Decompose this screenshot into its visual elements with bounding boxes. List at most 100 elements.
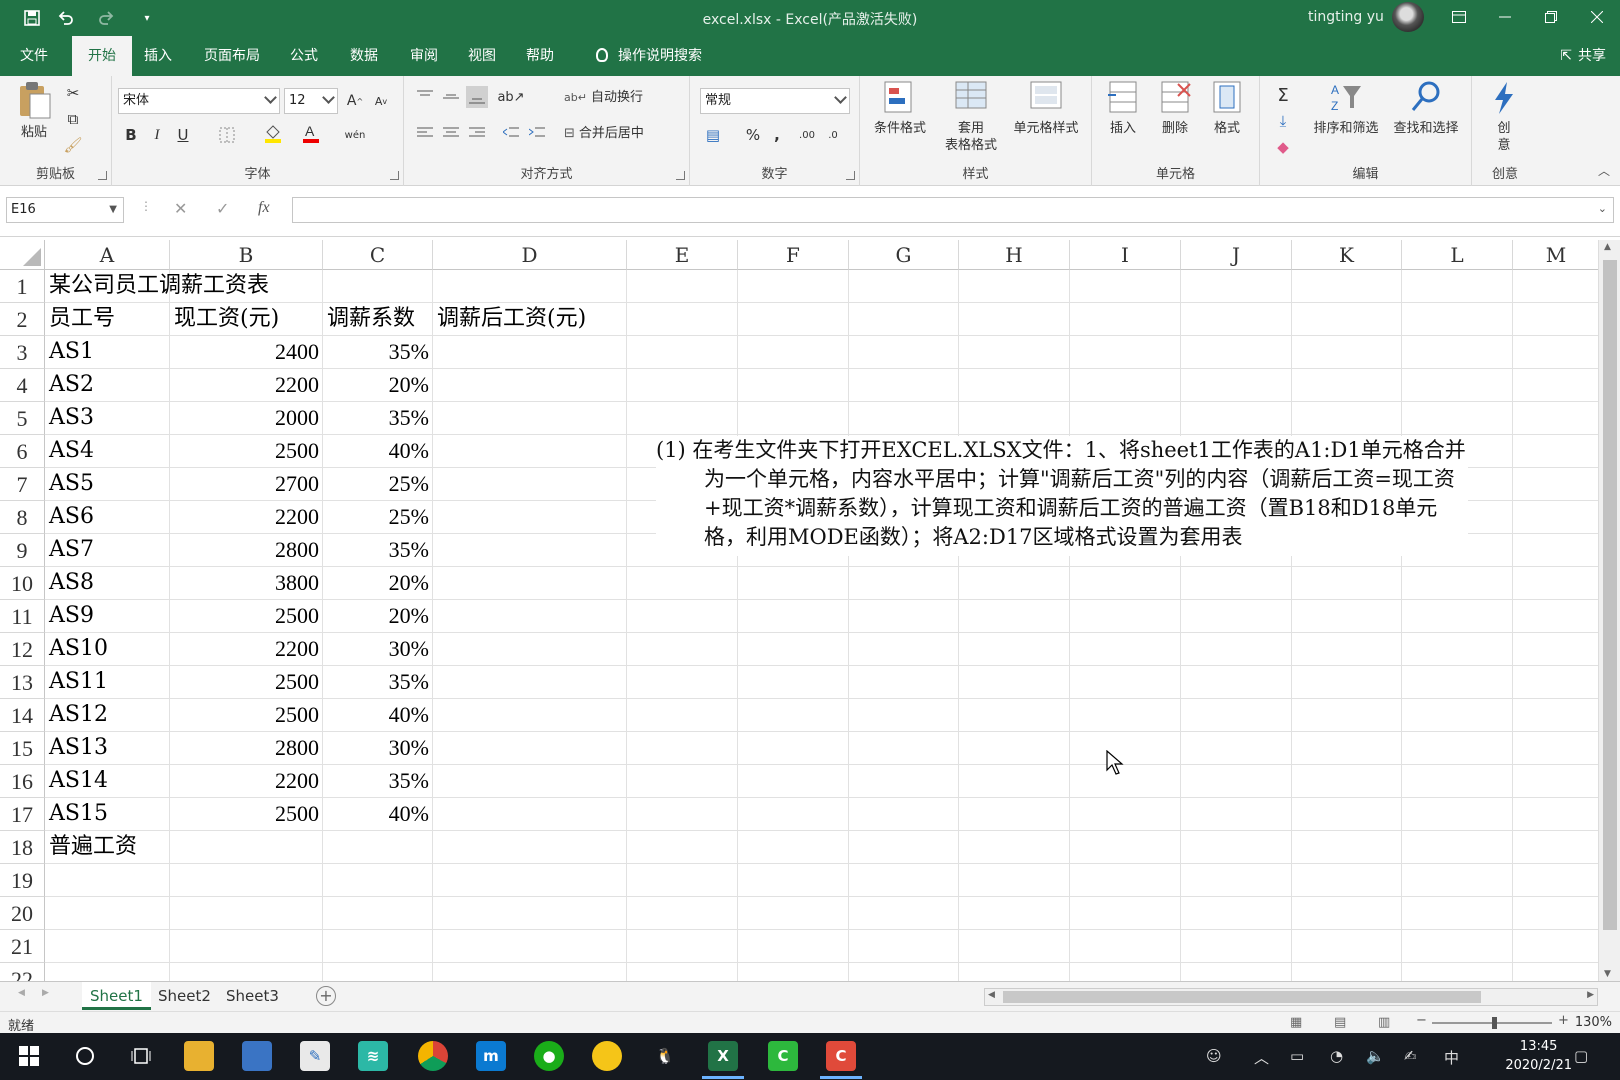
row-header-11[interactable]: 11 [0, 600, 45, 633]
minimize-icon[interactable] [1494, 6, 1516, 28]
current-salary-cell[interactable]: 2800 [174, 732, 319, 764]
raise-rate-cell[interactable]: 30% [327, 732, 429, 764]
show-hidden-icons[interactable]: ︿ [1254, 1047, 1269, 1068]
current-salary-cell[interactable]: 2500 [174, 798, 319, 830]
restore-icon[interactable] [1540, 6, 1562, 28]
tab-page-layout[interactable]: 页面布局 [188, 36, 276, 76]
percent-style-icon[interactable]: % [742, 124, 764, 146]
increase-decimal-icon[interactable]: .00 [796, 124, 818, 146]
sheet-tab-sheet1[interactable]: Sheet1 [82, 982, 151, 1010]
raise-rate-cell[interactable]: 40% [327, 435, 429, 467]
employee-id-cell[interactable]: AS9 [49, 600, 166, 632]
system-clock[interactable]: 13:45 2020/2/21 [1505, 1037, 1572, 1075]
current-salary-cell[interactable]: 2700 [174, 468, 319, 500]
cell-a1[interactable]: 某公司员工调薪工资表 [49, 270, 623, 302]
row-header-17[interactable]: 17 [0, 798, 45, 831]
employee-id-cell[interactable]: AS3 [49, 402, 166, 434]
scroll-up-icon[interactable]: ▲ [1604, 242, 1611, 252]
find-select-button[interactable]: 查找和选择 [1386, 80, 1466, 137]
raise-rate-cell[interactable]: 20% [327, 369, 429, 401]
paste-button[interactable]: 粘贴 [12, 80, 56, 141]
align-left-icon[interactable] [414, 122, 436, 144]
tab-file[interactable]: 文件 [4, 36, 64, 76]
raise-rate-cell[interactable]: 35% [327, 666, 429, 698]
font-launcher-icon[interactable] [390, 171, 399, 180]
decrease-indent-icon[interactable] [500, 122, 522, 144]
employee-id-cell[interactable]: AS5 [49, 468, 166, 500]
comma-style-icon[interactable]: , [766, 124, 788, 146]
employee-id-cell[interactable]: AS15 [49, 798, 166, 830]
meeting-app-icon[interactable]: m [476, 1041, 506, 1071]
camtasia-icon[interactable]: C [768, 1041, 798, 1071]
search-icon[interactable] [70, 1041, 100, 1071]
sort-filter-button[interactable]: AZ 排序和筛选 [1308, 80, 1384, 137]
increase-indent-icon[interactable] [526, 122, 548, 144]
notification-icon[interactable]: ▢ [1574, 1047, 1588, 1065]
fill-color-icon[interactable] [262, 122, 284, 144]
current-salary-cell[interactable]: 2200 [174, 369, 319, 401]
row-header-15[interactable]: 15 [0, 732, 45, 765]
align-middle-icon[interactable] [440, 86, 462, 108]
vertical-scroll-thumb[interactable] [1603, 260, 1617, 930]
network-app-icon[interactable] [242, 1041, 272, 1071]
employee-id-cell[interactable]: AS2 [49, 369, 166, 401]
task-view-icon[interactable] [126, 1041, 156, 1071]
row-header-21[interactable]: 21 [0, 930, 45, 963]
raise-rate-cell[interactable]: 30% [327, 633, 429, 665]
employee-id-cell[interactable]: AS4 [49, 435, 166, 467]
conditional-formatting-button[interactable]: 条件格式 [870, 80, 930, 137]
tab-review[interactable]: 审阅 [394, 36, 454, 76]
employee-id-cell[interactable]: AS12 [49, 699, 166, 731]
row-header-10[interactable]: 10 [0, 567, 45, 600]
tab-home[interactable]: 开始 [72, 36, 132, 76]
wrap-text-button[interactable]: ab↵ 自动换行 [564, 86, 643, 110]
row-header-14[interactable]: 14 [0, 699, 45, 732]
column-header-b[interactable]: B [170, 240, 323, 270]
avatar[interactable] [1392, 2, 1424, 32]
zoom-out-icon[interactable]: − [1416, 1013, 1427, 1028]
raise-rate-cell[interactable]: 35% [327, 402, 429, 434]
wifi-icon[interactable]: ◔ [1330, 1047, 1343, 1065]
cut-icon[interactable]: ✂ [62, 82, 84, 104]
close-icon[interactable] [1586, 6, 1608, 28]
row-header-3[interactable]: 3 [0, 336, 45, 369]
format-cells-button[interactable]: 格式 [1202, 80, 1252, 137]
format-painter-icon[interactable]: 🖌 [62, 134, 84, 156]
bold-icon[interactable]: B [120, 124, 142, 146]
row-header-22[interactable]: 22 [0, 963, 45, 981]
ribbon-display-icon[interactable] [1448, 6, 1470, 28]
collapse-ribbon-icon[interactable]: ︿ [1598, 162, 1610, 179]
column-header-a[interactable]: A [45, 240, 170, 270]
italic-icon[interactable]: I [146, 124, 168, 146]
horizontal-scroll-thumb[interactable] [1003, 991, 1481, 1003]
sheet-tab-sheet3[interactable]: Sheet3 [218, 982, 287, 1010]
header-cell[interactable]: 调薪后工资(元) [437, 303, 697, 335]
excel-taskbar-icon[interactable]: X [702, 1041, 744, 1079]
delete-cells-button[interactable]: 删除 [1150, 80, 1200, 137]
fill-icon[interactable]: ⤓ [1272, 110, 1294, 132]
page-layout-view-icon[interactable]: ▤ [1334, 1015, 1346, 1030]
header-cell[interactable]: 员工号 [49, 303, 166, 335]
people-icon[interactable]: ☺ [1206, 1047, 1222, 1065]
column-header-d[interactable]: D [433, 240, 627, 270]
volume-muted-icon[interactable]: 🔈 [1366, 1047, 1385, 1065]
format-as-table-button[interactable]: 套用 表格格式 [936, 80, 1006, 154]
current-salary-cell[interactable]: 2200 [174, 765, 319, 797]
number-launcher-icon[interactable] [846, 171, 855, 180]
column-header-g[interactable]: G [849, 240, 959, 270]
font-size-combo[interactable]: 12 [284, 88, 338, 114]
worksheet-grid[interactable]: ABCDEFGHIJKLM 1 2 3 4 5 6 7 8 9 10 11 12 13 14 15 16 17 1… [0, 240, 1600, 981]
tab-view[interactable]: 视图 [452, 36, 512, 76]
raise-rate-cell[interactable]: 40% [327, 798, 429, 830]
clipboard-launcher-icon[interactable] [98, 171, 107, 180]
ime-indicator[interactable]: 中 [1444, 1047, 1459, 1068]
current-salary-cell[interactable]: 2400 [174, 336, 319, 368]
scroll-down-icon[interactable]: ▼ [1604, 969, 1611, 979]
align-center-icon[interactable] [440, 122, 462, 144]
raise-rate-cell[interactable]: 25% [327, 501, 429, 533]
current-salary-cell[interactable]: 2500 [174, 699, 319, 731]
insert-function-icon[interactable]: fx [258, 199, 270, 217]
zoom-level[interactable]: 130% [1575, 1015, 1612, 1030]
formula-input[interactable]: ⌄ [292, 197, 1614, 223]
row-header-13[interactable]: 13 [0, 666, 45, 699]
